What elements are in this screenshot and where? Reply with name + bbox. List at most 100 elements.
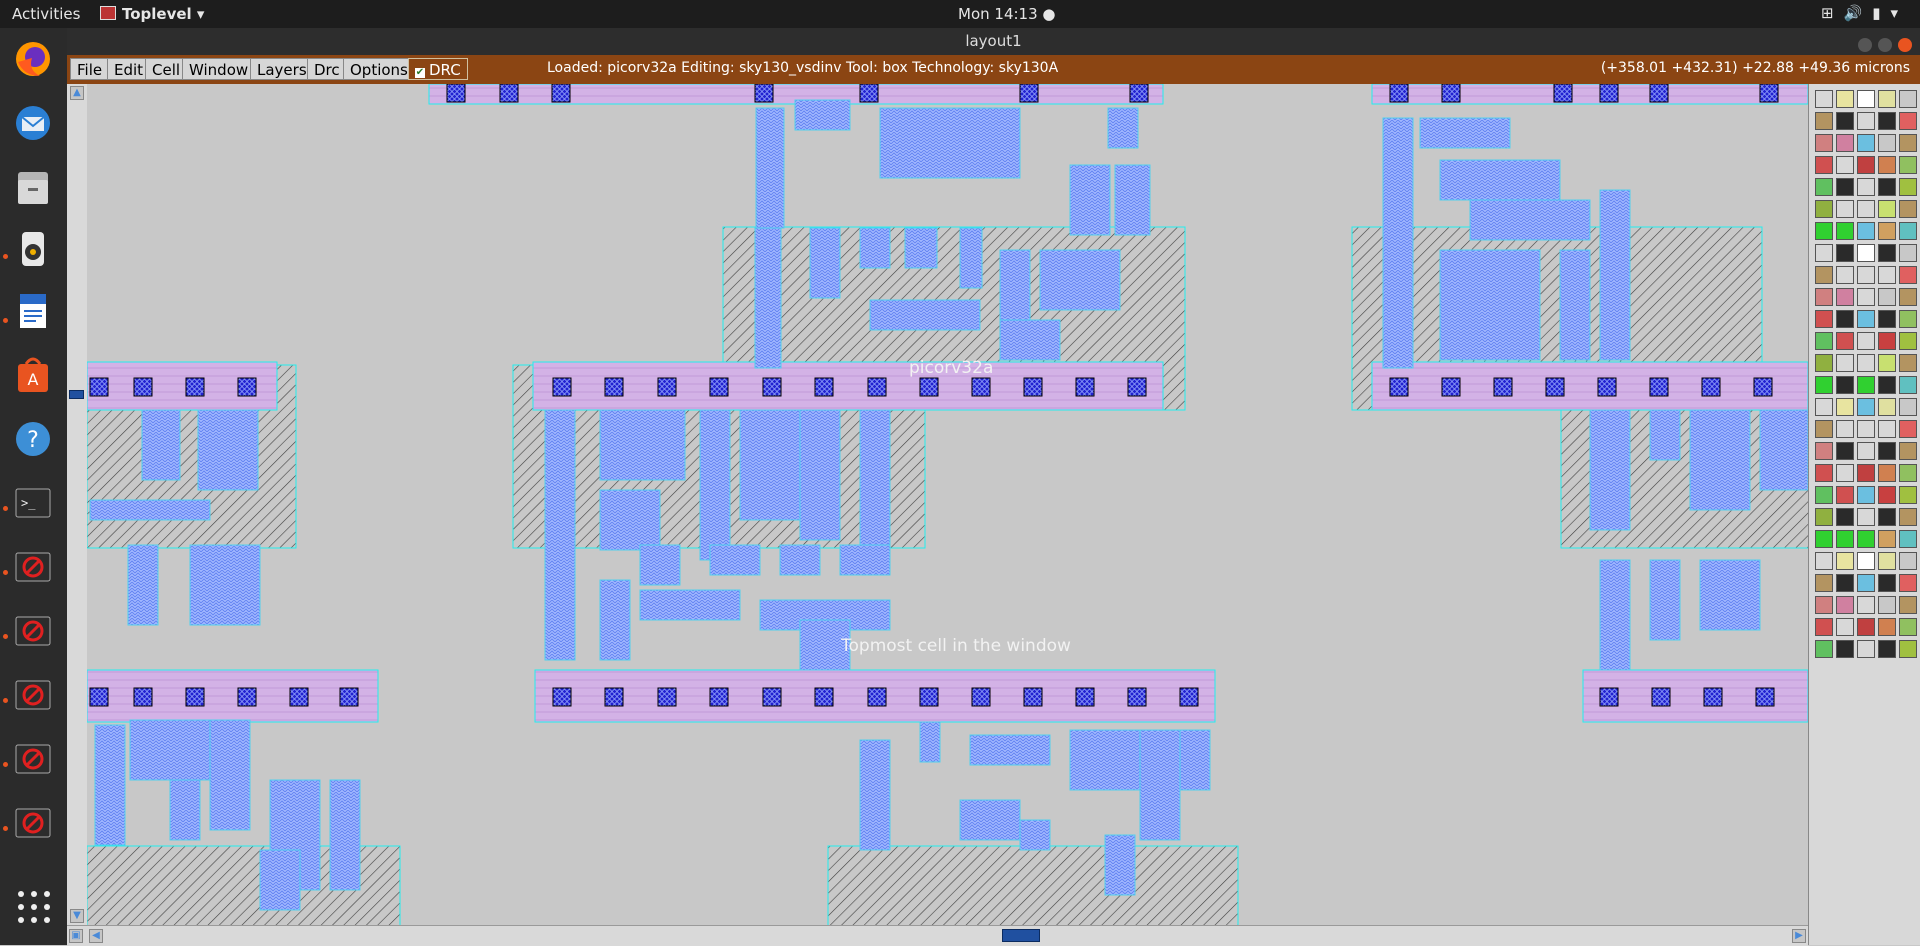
layer-swatch[interactable] xyxy=(1857,618,1875,636)
layer-swatch[interactable] xyxy=(1878,464,1896,482)
scroll-corner-icon[interactable]: ▣ xyxy=(69,929,83,943)
help-icon[interactable]: ? xyxy=(10,416,56,462)
layer-swatch[interactable] xyxy=(1899,178,1917,196)
layer-swatch[interactable] xyxy=(1836,376,1854,394)
layer-swatch[interactable] xyxy=(1878,596,1896,614)
layer-swatch[interactable] xyxy=(1836,134,1854,152)
show-applications-icon[interactable] xyxy=(18,891,50,923)
layer-swatch[interactable] xyxy=(1836,332,1854,350)
menu-options[interactable]: Options xyxy=(343,58,415,80)
layer-swatch[interactable] xyxy=(1899,332,1917,350)
menu-drc[interactable]: Drc xyxy=(307,58,347,80)
layer-swatch[interactable] xyxy=(1836,178,1854,196)
layer-swatch[interactable] xyxy=(1857,178,1875,196)
layer-swatch[interactable] xyxy=(1815,288,1833,306)
layer-swatch[interactable] xyxy=(1815,178,1833,196)
layer-swatch[interactable] xyxy=(1857,398,1875,416)
layer-swatch[interactable] xyxy=(1815,90,1833,108)
layer-swatch[interactable] xyxy=(1899,596,1917,614)
layer-swatch[interactable] xyxy=(1836,420,1854,438)
layer-swatch[interactable] xyxy=(1857,552,1875,570)
layer-swatch[interactable] xyxy=(1878,442,1896,460)
layer-swatch[interactable] xyxy=(1857,486,1875,504)
horizontal-scrollbar[interactable]: ▣ ◀ ▶ xyxy=(67,925,1808,946)
layer-swatch[interactable] xyxy=(1815,420,1833,438)
layer-swatch[interactable] xyxy=(1878,398,1896,416)
layer-swatch[interactable] xyxy=(1836,574,1854,592)
layer-swatch[interactable] xyxy=(1899,442,1917,460)
layer-swatch[interactable] xyxy=(1836,640,1854,658)
layer-swatch[interactable] xyxy=(1815,552,1833,570)
layer-swatch[interactable] xyxy=(1878,200,1896,218)
layer-swatch[interactable] xyxy=(1899,222,1917,240)
layer-swatch[interactable] xyxy=(1836,354,1854,372)
layer-swatch[interactable] xyxy=(1815,332,1833,350)
blocked-icon[interactable] xyxy=(10,736,56,782)
clock[interactable]: Mon 14:13 ● xyxy=(958,5,1055,23)
layer-swatch[interactable] xyxy=(1836,222,1854,240)
terminal-icon[interactable]: >_ xyxy=(10,480,56,526)
layer-swatch[interactable] xyxy=(1878,156,1896,174)
layer-swatch[interactable] xyxy=(1836,552,1854,570)
layer-swatch[interactable] xyxy=(1836,398,1854,416)
maximize-button[interactable] xyxy=(1878,38,1892,52)
layer-swatch[interactable] xyxy=(1857,222,1875,240)
blocked-icon[interactable] xyxy=(10,608,56,654)
layer-swatch[interactable] xyxy=(1836,596,1854,614)
layer-swatch[interactable] xyxy=(1836,244,1854,262)
horizontal-scroll-thumb[interactable] xyxy=(1002,929,1040,942)
menu-file[interactable]: File xyxy=(70,58,110,80)
layer-swatch[interactable] xyxy=(1899,90,1917,108)
activities-button[interactable]: Activities xyxy=(12,5,80,23)
firefox-icon[interactable] xyxy=(10,36,56,82)
scroll-down-arrow-icon[interactable]: ▼ xyxy=(70,909,84,923)
layer-swatch[interactable] xyxy=(1815,486,1833,504)
layer-swatch[interactable] xyxy=(1878,222,1896,240)
layer-swatch[interactable] xyxy=(1857,442,1875,460)
layer-swatch[interactable] xyxy=(1857,112,1875,130)
layer-swatch[interactable] xyxy=(1836,530,1854,548)
layer-swatch[interactable] xyxy=(1815,200,1833,218)
layer-swatch[interactable] xyxy=(1899,288,1917,306)
layer-swatch[interactable] xyxy=(1899,244,1917,262)
layer-swatch[interactable] xyxy=(1899,508,1917,526)
layer-swatch[interactable] xyxy=(1857,354,1875,372)
layer-swatch[interactable] xyxy=(1815,354,1833,372)
layer-swatch[interactable] xyxy=(1878,552,1896,570)
layout-canvas[interactable]: picorv32a Topmost cell in the window xyxy=(87,84,1808,925)
layer-swatch[interactable] xyxy=(1857,244,1875,262)
layer-swatch[interactable] xyxy=(1878,618,1896,636)
layer-swatch[interactable] xyxy=(1878,244,1896,262)
system-tray[interactable]: ⊞🔊▮▾ xyxy=(1821,4,1908,22)
layer-swatch[interactable] xyxy=(1878,376,1896,394)
layer-swatch[interactable] xyxy=(1878,640,1896,658)
layer-swatch[interactable] xyxy=(1878,332,1896,350)
layer-swatch[interactable] xyxy=(1899,464,1917,482)
layer-swatch[interactable] xyxy=(1878,574,1896,592)
layer-swatch[interactable] xyxy=(1836,508,1854,526)
layer-swatch[interactable] xyxy=(1899,112,1917,130)
blocked-icon[interactable] xyxy=(10,800,56,846)
scroll-right-arrow-icon[interactable]: ▶ xyxy=(1792,929,1806,943)
layer-swatch[interactable] xyxy=(1815,464,1833,482)
layer-swatch[interactable] xyxy=(1899,266,1917,284)
layer-swatch[interactable] xyxy=(1815,442,1833,460)
layer-swatch[interactable] xyxy=(1878,178,1896,196)
layer-swatch[interactable] xyxy=(1815,244,1833,262)
layer-swatch[interactable] xyxy=(1899,156,1917,174)
layer-swatch[interactable] xyxy=(1857,464,1875,482)
layer-swatch[interactable] xyxy=(1836,486,1854,504)
layer-swatch[interactable] xyxy=(1899,376,1917,394)
layer-swatch[interactable] xyxy=(1857,266,1875,284)
layer-swatch[interactable] xyxy=(1878,266,1896,284)
layer-swatch[interactable] xyxy=(1857,156,1875,174)
layer-swatch[interactable] xyxy=(1899,398,1917,416)
layer-swatch[interactable] xyxy=(1857,90,1875,108)
layer-swatch[interactable] xyxy=(1815,134,1833,152)
layer-swatch[interactable] xyxy=(1899,200,1917,218)
layer-swatch[interactable] xyxy=(1836,266,1854,284)
layout-drawing[interactable] xyxy=(87,84,1808,925)
blocked-icon[interactable] xyxy=(10,544,56,590)
rhythmbox-icon[interactable] xyxy=(10,226,56,272)
layer-swatch[interactable] xyxy=(1836,156,1854,174)
